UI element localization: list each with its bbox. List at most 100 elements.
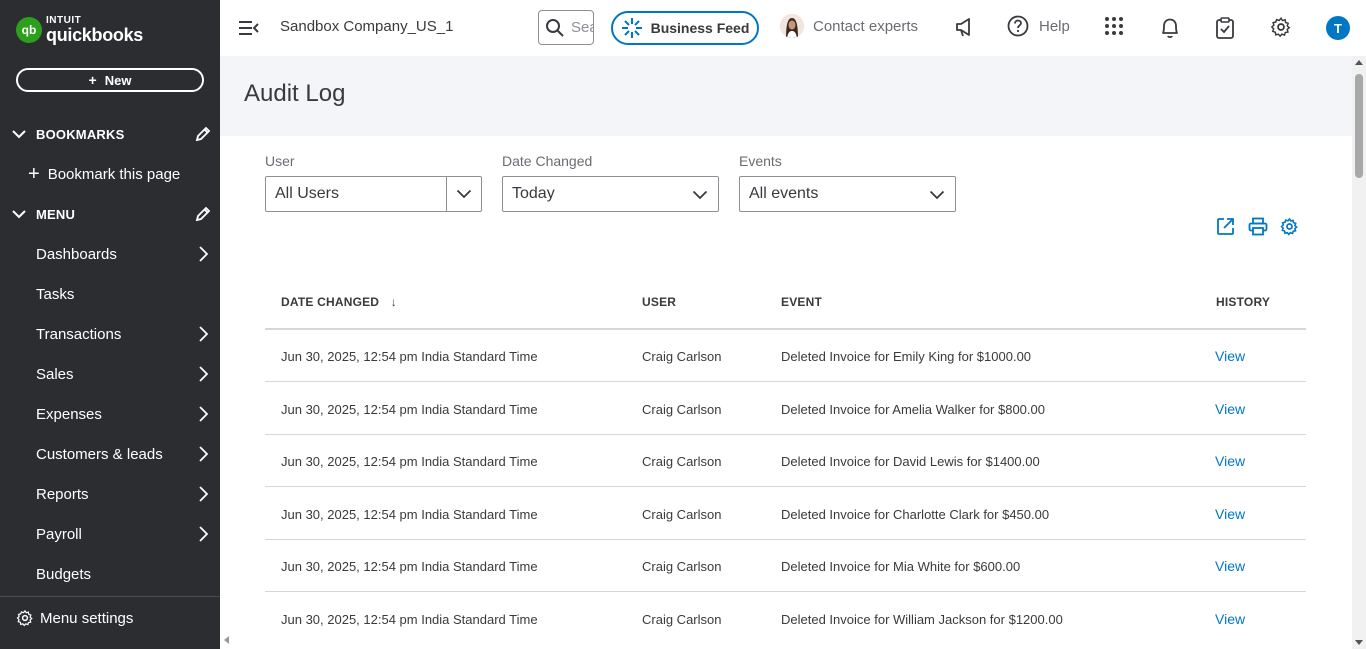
vertical-scrollbar[interactable] <box>1352 56 1366 649</box>
menu-settings-label: Menu settings <box>40 609 134 627</box>
view-history-link[interactable]: View <box>1215 506 1245 522</box>
expert-avatar <box>780 14 804 38</box>
scroll-down-arrow-icon[interactable] <box>1355 640 1363 645</box>
events-filter-select[interactable]: All events <box>739 176 956 212</box>
gear-icon <box>16 609 34 627</box>
sidebar-divider <box>0 596 220 597</box>
plus-icon: + <box>88 72 97 88</box>
chevron-down-icon <box>929 186 945 200</box>
plus-icon: + <box>28 162 40 185</box>
table-row: Jun 30, 2025, 12:54 pm India Standard Ti… <box>265 593 1306 645</box>
events-filter-value: All events <box>749 185 819 202</box>
cell-user: Craig Carlson <box>642 454 722 469</box>
column-header-label: DATE CHANGED <box>281 295 380 309</box>
cell-date: Jun 30, 2025, 12:54 pm India Standard Ti… <box>281 507 538 522</box>
cell-event: Deleted Invoice for David Lewis for $140… <box>781 454 1040 469</box>
sidebar: qb INTUIT quickbooks + New BOOKMARKS + B… <box>0 0 220 649</box>
view-history-link[interactable]: View <box>1215 558 1245 574</box>
column-header-user[interactable]: USER <box>642 295 676 309</box>
sidebar-item-budgets[interactable]: Budgets <box>0 554 220 594</box>
business-feed-button[interactable]: Business Feed <box>611 11 759 45</box>
date-changed-filter-value: Today <box>512 185 555 202</box>
user-filter-value: All Users <box>275 185 340 202</box>
sidebar-item-label: Reports <box>36 485 89 503</box>
chevron-right-icon <box>199 526 209 546</box>
user-avatar[interactable]: T <box>1326 16 1350 40</box>
print-icon[interactable] <box>1248 217 1268 236</box>
sidebar-item-customers-leads[interactable]: Customers & leads <box>0 434 220 474</box>
quickbooks-logo-icon: qb <box>16 17 42 43</box>
sidebar-item-label: Dashboards <box>36 245 117 263</box>
cell-date: Jun 30, 2025, 12:54 pm India Standard Ti… <box>281 454 538 469</box>
tasks-clipboard-icon[interactable] <box>1215 16 1235 40</box>
settings-gear-icon[interactable] <box>1270 16 1292 38</box>
help-question-icon <box>1007 15 1029 37</box>
column-header-event[interactable]: EVENT <box>781 295 822 309</box>
apps-grid-icon[interactable] <box>1104 16 1124 36</box>
company-name[interactable]: Sandbox Company_US_1 <box>280 18 453 35</box>
notifications-bell-icon[interactable] <box>1159 16 1181 40</box>
page-title: Audit Log <box>244 80 346 107</box>
export-icon[interactable] <box>1216 217 1235 236</box>
edit-bookmarks-pencil-icon[interactable] <box>194 125 212 146</box>
table-row: Jun 30, 2025, 12:54 pm India Standard Ti… <box>265 435 1306 487</box>
sidebar-item-label: Payroll <box>36 525 82 543</box>
sort-descending-icon: ↓ <box>390 295 397 309</box>
sidebar-item-expenses[interactable]: Expenses <box>0 394 220 434</box>
help-button[interactable]: Help <box>1007 15 1070 37</box>
sidebar-item-sales[interactable]: Sales <box>0 354 220 394</box>
sidebar-item-label: Budgets <box>36 565 92 583</box>
view-history-link[interactable]: View <box>1215 453 1245 469</box>
top-header: Sandbox Company_US_1 Search Business Fee… <box>220 0 1366 56</box>
chevron-right-icon <box>199 366 209 386</box>
user-filter-select[interactable]: All Users <box>265 176 482 212</box>
new-button-label: New <box>104 72 132 88</box>
sidebar-item-label: Sales <box>36 365 74 383</box>
quickbooks-logo[interactable]: qb INTUIT quickbooks <box>16 16 143 44</box>
sparkle-icon <box>621 17 643 39</box>
search-input[interactable]: Search <box>538 10 594 45</box>
cell-date: Jun 30, 2025, 12:54 pm India Standard Ti… <box>281 612 538 627</box>
cell-date: Jun 30, 2025, 12:54 pm India Standard Ti… <box>281 559 538 574</box>
business-feed-label: Business Feed <box>650 20 750 36</box>
scroll-left-arrow-icon[interactable] <box>224 636 229 644</box>
search-placeholder: Search <box>571 19 593 36</box>
chevron-down-icon[interactable] <box>446 177 481 211</box>
cell-user: Craig Carlson <box>642 612 722 627</box>
user-filter-label: User <box>265 153 295 169</box>
view-history-link[interactable]: View <box>1215 348 1245 364</box>
sidebar-item-transactions[interactable]: Transactions <box>0 314 220 354</box>
column-header-date-changed[interactable]: DATE CHANGED ↓ <box>281 295 397 309</box>
contact-experts-button[interactable]: Contact experts <box>780 14 918 38</box>
cell-event: Deleted Invoice for William Jackson for … <box>781 612 1063 627</box>
cell-event: Deleted Invoice for Amelia Walker for $8… <box>781 402 1045 417</box>
page-header: Audit Log <box>220 56 1352 136</box>
date-changed-filter-select[interactable]: Today <box>502 176 719 212</box>
new-button[interactable]: + New <box>16 68 204 92</box>
chevron-down-icon <box>12 129 28 139</box>
events-filter-label: Events <box>739 153 782 169</box>
table-settings-gear-icon[interactable] <box>1280 217 1299 236</box>
table-row: Jun 30, 2025, 12:54 pm India Standard Ti… <box>265 330 1306 382</box>
scroll-up-arrow-icon[interactable] <box>1355 60 1363 65</box>
sidebar-item-dashboards[interactable]: Dashboards <box>0 234 220 274</box>
menu-settings-button[interactable]: Menu settings <box>16 606 133 630</box>
table-row: Jun 30, 2025, 12:54 pm India Standard Ti… <box>265 488 1306 540</box>
menu-section-header[interactable]: MENU <box>12 202 212 226</box>
sidebar-item-payroll[interactable]: Payroll <box>0 514 220 554</box>
sidebar-item-label: Transactions <box>36 325 122 343</box>
chevron-right-icon <box>199 406 209 426</box>
bookmarks-label: BOOKMARKS <box>36 126 125 142</box>
view-history-link[interactable]: View <box>1215 611 1245 627</box>
view-history-link[interactable]: View <box>1215 401 1245 417</box>
sidebar-item-tasks[interactable]: Tasks <box>0 274 220 314</box>
bookmarks-section-header[interactable]: BOOKMARKS <box>12 122 212 146</box>
edit-menu-pencil-icon[interactable] <box>194 205 212 226</box>
collapse-menu-icon[interactable] <box>238 18 260 43</box>
megaphone-icon[interactable] <box>954 16 976 38</box>
cell-date: Jun 30, 2025, 12:54 pm India Standard Ti… <box>281 349 538 364</box>
bookmark-this-page[interactable]: + Bookmark this page <box>28 162 180 186</box>
scrollbar-thumb[interactable] <box>1355 74 1363 178</box>
cell-event: Deleted Invoice for Emily King for $1000… <box>781 349 1032 364</box>
sidebar-item-reports[interactable]: Reports <box>0 474 220 514</box>
